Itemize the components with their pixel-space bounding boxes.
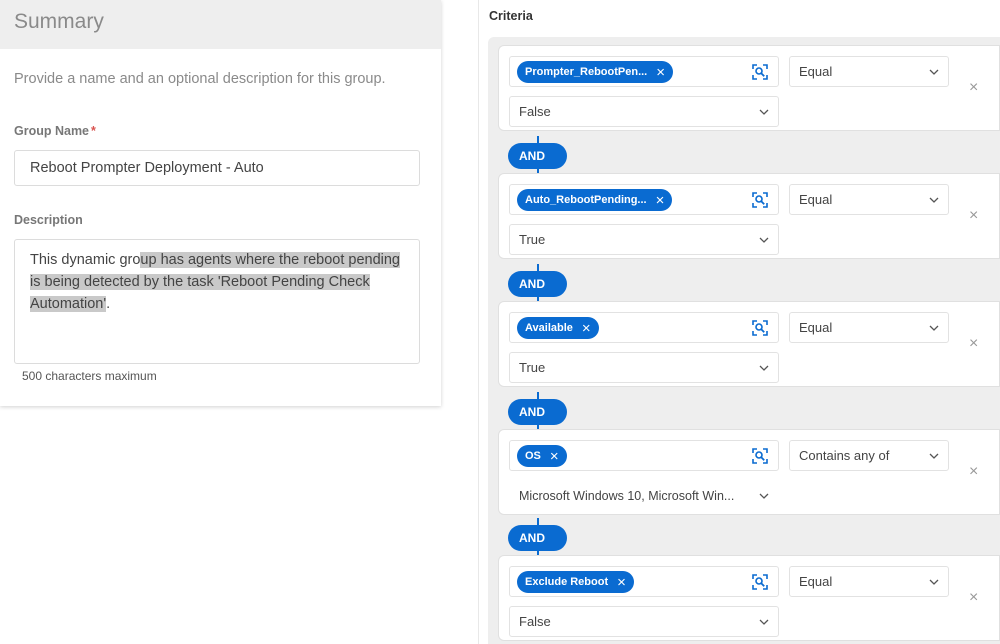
group-name-label: Group Name * bbox=[14, 124, 427, 138]
operator-select[interactable]: Equal bbox=[789, 566, 949, 597]
chip-remove-icon[interactable]: × bbox=[582, 321, 591, 336]
required-mark: * bbox=[91, 124, 96, 138]
field-lookup-icon[interactable] bbox=[751, 63, 769, 81]
field-chip-label: OS bbox=[525, 450, 541, 462]
description-text-post: . bbox=[106, 296, 111, 312]
chevron-down-icon bbox=[759, 493, 769, 499]
field-lookup-icon[interactable] bbox=[751, 573, 769, 591]
chevron-down-icon bbox=[759, 237, 769, 243]
value-text: True bbox=[519, 360, 546, 375]
description-textarea[interactable]: This dynamic group has agents where the … bbox=[14, 239, 420, 364]
field-selector[interactable]: Exclude Reboot × bbox=[509, 566, 779, 597]
field-selector[interactable]: Auto_RebootPending... × bbox=[509, 184, 779, 215]
criteria-label: Criteria bbox=[489, 9, 533, 23]
char-limit-hint: 500 characters maximum bbox=[22, 369, 157, 383]
chip-remove-icon[interactable]: × bbox=[617, 575, 626, 590]
remove-criteria-icon[interactable]: × bbox=[969, 207, 978, 225]
remove-criteria-icon[interactable]: × bbox=[969, 335, 978, 353]
chip-remove-icon[interactable]: × bbox=[656, 65, 665, 80]
field-chip[interactable]: Available × bbox=[517, 317, 599, 339]
field-lookup-icon[interactable] bbox=[751, 191, 769, 209]
value-text: True bbox=[519, 232, 546, 247]
chevron-down-icon bbox=[929, 579, 939, 585]
chevron-down-icon bbox=[929, 453, 939, 459]
group-name-input[interactable]: Reboot Prompter Deployment - Auto bbox=[14, 150, 420, 186]
and-operator-pill[interactable]: AND bbox=[508, 143, 567, 169]
operator-select[interactable]: Equal bbox=[789, 312, 949, 343]
field-selector[interactable]: Available × bbox=[509, 312, 779, 343]
operator-value: Equal bbox=[799, 320, 833, 335]
value-text: False bbox=[519, 614, 551, 629]
operator-value: Contains any of bbox=[799, 448, 890, 463]
summary-intro: Provide a name and an optional descripti… bbox=[14, 71, 386, 87]
criteria-row: Exclude Reboot × Equal False × bbox=[498, 555, 1000, 641]
summary-header: Summary bbox=[0, 0, 441, 49]
field-chip-label: Available bbox=[525, 322, 573, 334]
criteria-row: OS × Contains any of Microsoft Windows 10… bbox=[498, 429, 1000, 515]
field-lookup-icon[interactable] bbox=[751, 319, 769, 337]
and-operator-pill[interactable]: AND bbox=[508, 271, 567, 297]
value-text: False bbox=[519, 104, 551, 119]
operator-select[interactable]: Contains any of bbox=[789, 440, 949, 471]
operator-select[interactable]: Equal bbox=[789, 56, 949, 87]
and-operator-pill[interactable]: AND bbox=[508, 525, 567, 551]
chevron-down-icon bbox=[929, 69, 939, 75]
description-text-pre: This dynamic gro bbox=[30, 252, 141, 268]
chip-remove-icon[interactable]: × bbox=[550, 449, 559, 464]
field-lookup-icon[interactable] bbox=[751, 447, 769, 465]
field-chip[interactable]: Auto_RebootPending... × bbox=[517, 189, 673, 211]
field-chip-label: Auto_RebootPending... bbox=[525, 194, 647, 206]
chevron-down-icon bbox=[759, 365, 769, 371]
criteria-row: Auto_RebootPending... × Equal True × bbox=[498, 173, 1000, 259]
value-text: Microsoft Windows 10, Microsoft Win... bbox=[519, 488, 735, 503]
value-select[interactable]: False bbox=[509, 96, 779, 127]
field-selector[interactable]: OS × bbox=[509, 440, 779, 471]
chevron-down-icon bbox=[759, 619, 769, 625]
group-name-label-text: Group Name bbox=[14, 124, 90, 138]
field-chip-label: Prompter_RebootPen... bbox=[525, 66, 648, 78]
value-select[interactable]: True bbox=[509, 352, 779, 383]
summary-title: Summary bbox=[14, 10, 104, 33]
remove-criteria-icon[interactable]: × bbox=[969, 589, 978, 607]
summary-panel: Summary Provide a name and an optional d… bbox=[0, 0, 441, 406]
field-chip-label: Exclude Reboot bbox=[525, 576, 609, 588]
value-select[interactable]: True bbox=[509, 224, 779, 255]
criteria-row: Available × Equal True × bbox=[498, 301, 1000, 387]
description-label: Description bbox=[14, 213, 83, 227]
remove-criteria-icon[interactable]: × bbox=[969, 463, 978, 481]
and-operator-pill[interactable]: AND bbox=[508, 399, 567, 425]
remove-criteria-icon[interactable]: × bbox=[969, 79, 978, 97]
operator-value: Equal bbox=[799, 64, 833, 79]
chevron-down-icon bbox=[759, 109, 769, 115]
chevron-down-icon bbox=[929, 197, 939, 203]
field-chip[interactable]: Exclude Reboot × bbox=[517, 571, 634, 593]
field-chip[interactable]: Prompter_RebootPen... × bbox=[517, 61, 674, 83]
field-chip[interactable]: OS × bbox=[517, 445, 567, 467]
value-select[interactable]: Microsoft Windows 10, Microsoft Win... bbox=[509, 480, 779, 511]
operator-value: Equal bbox=[799, 192, 833, 207]
criteria-row: Prompter_RebootPen... × Equal False × bbox=[498, 45, 1000, 131]
value-select[interactable]: False bbox=[509, 606, 779, 637]
operator-select[interactable]: Equal bbox=[789, 184, 949, 215]
field-selector[interactable]: Prompter_RebootPen... × bbox=[509, 56, 779, 87]
chip-remove-icon[interactable]: × bbox=[656, 193, 665, 208]
panel-divider bbox=[478, 0, 479, 644]
summary-body: Provide a name and an optional descripti… bbox=[0, 49, 441, 383]
operator-value: Equal bbox=[799, 574, 833, 589]
chevron-down-icon bbox=[929, 325, 939, 331]
